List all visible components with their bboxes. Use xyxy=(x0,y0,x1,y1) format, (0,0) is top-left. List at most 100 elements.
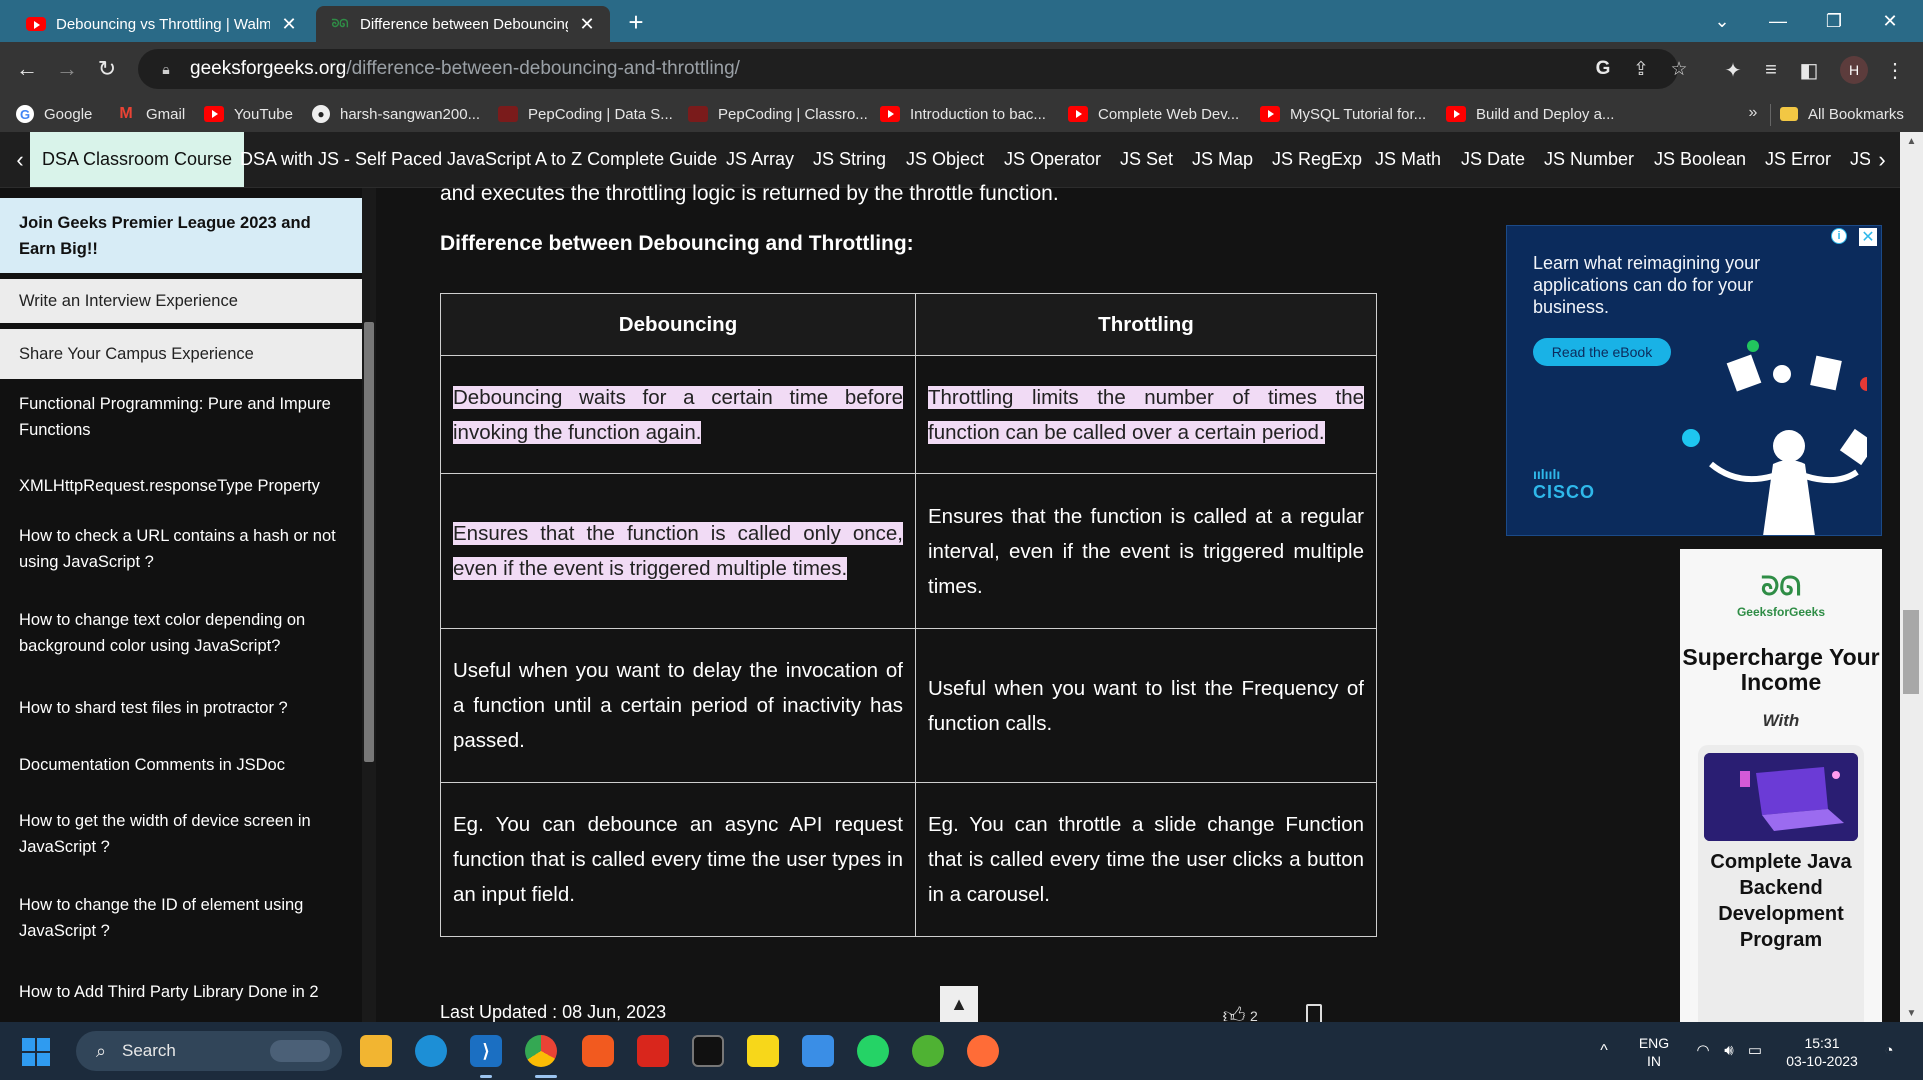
whatsapp-icon[interactable] xyxy=(857,1035,889,1067)
share-icon[interactable]: ⇪ xyxy=(1628,49,1654,89)
scroll-to-top-button[interactable]: ▲ xyxy=(940,986,978,1022)
nav-js-boolean[interactable]: JS Boolean xyxy=(1654,132,1746,187)
read-ebook-button[interactable]: Read the eBook xyxy=(1533,338,1671,366)
chrome-icon[interactable] xyxy=(525,1035,557,1067)
sidebar-item-third-party-library[interactable]: How to Add Third Party Library Done in 2 xyxy=(0,966,362,1018)
postman-icon[interactable] xyxy=(967,1035,999,1067)
bookmark-pepcoding-classroom[interactable]: PepCoding | Classro... xyxy=(688,103,868,125)
taskbar-search[interactable]: ⌕ Search xyxy=(76,1031,342,1071)
nav-dsa-classroom-course[interactable]: DSA Classroom Course xyxy=(30,132,245,187)
vscode-icon[interactable]: ⟩ xyxy=(470,1035,502,1067)
nav-dsa-with-js[interactable]: DSA with JS - Self Paced xyxy=(240,132,442,187)
gfg-course-ad[interactable]: ᘐᘏ GeeksforGeeks Supercharge Your Income… xyxy=(1680,549,1882,1022)
bookmark-introduction[interactable]: Introduction to bac... xyxy=(880,103,1046,125)
new-tab-button[interactable]: + xyxy=(620,6,652,38)
profile-avatar[interactable]: H xyxy=(1840,56,1868,84)
tab-difference-between-debouncing[interactable]: ᘐᘏ Difference between Debouncing ✕ xyxy=(316,6,610,42)
battery-icon[interactable]: ▭ xyxy=(1744,1040,1766,1062)
sidebar-item-change-id[interactable]: How to change the ID of element using Ja… xyxy=(0,883,362,953)
media-queue-icon[interactable]: ≡ xyxy=(1756,55,1786,85)
cisco-ad[interactable]: Learn what reimagining your applications… xyxy=(1506,225,1882,536)
page-scrollbar-thumb[interactable] xyxy=(1903,610,1919,694)
file-explorer-icon[interactable] xyxy=(360,1035,392,1067)
window-close-button[interactable]: ✕ xyxy=(1862,0,1918,42)
nav-js-error[interactable]: JS Error xyxy=(1765,132,1831,187)
sidebar-item-device-width[interactable]: How to get the width of device screen in… xyxy=(0,799,362,869)
sidebar-item-text-color[interactable]: How to change text color depending on ba… xyxy=(0,598,362,668)
bookmark-youtube[interactable]: YouTube xyxy=(204,103,293,125)
nav-js-string[interactable]: JS String xyxy=(813,132,886,187)
sidebar-item-geeks-premier-league[interactable]: Join Geeks Premier League 2023 and Earn … xyxy=(0,198,362,273)
bookmark-build-deploy[interactable]: Build and Deploy a... xyxy=(1446,103,1614,125)
nav-js-object[interactable]: JS Object xyxy=(906,132,984,187)
notepad-icon[interactable] xyxy=(802,1035,834,1067)
bookmark-gmail[interactable]: M Gmail xyxy=(116,103,185,125)
bookmark-github[interactable]: ● harsh-sangwan200... xyxy=(312,103,480,125)
chevron-left-icon[interactable]: ‹ xyxy=(10,146,30,174)
acrobat-icon[interactable] xyxy=(637,1035,669,1067)
nav-js-set[interactable]: JS Set xyxy=(1120,132,1173,187)
language-indicator[interactable]: ENG IN xyxy=(1632,1034,1676,1070)
nav-js-more[interactable]: JS xyxy=(1850,132,1870,187)
nav-js-number[interactable]: JS Number xyxy=(1544,132,1634,187)
sidebar-item-xmlhttprequest[interactable]: XMLHttpRequest.responseType Property xyxy=(0,460,362,512)
extensions-icon[interactable]: ✦ xyxy=(1718,55,1748,85)
nav-javascript-a-to-z[interactable]: JavaScript A to Z Complete Guide xyxy=(447,132,717,187)
ad-close-icon[interactable]: ✕ xyxy=(1859,228,1877,246)
menu-icon[interactable]: ⋮ xyxy=(1880,55,1910,85)
tab-search-icon[interactable]: ⌄ xyxy=(1694,0,1750,42)
nav-js-map[interactable]: JS Map xyxy=(1192,132,1253,187)
chevron-right-icon[interactable]: › xyxy=(1872,146,1892,174)
windows-start-icon[interactable] xyxy=(22,1038,50,1066)
bookmark-icon[interactable] xyxy=(1306,1004,1322,1022)
scroll-up-arrow-icon[interactable]: ▲ xyxy=(1900,132,1923,150)
page-scrollbar[interactable] xyxy=(1900,132,1923,1022)
tab-title: Difference between Debouncing xyxy=(360,15,568,33)
bookmark-google[interactable]: G Google xyxy=(16,103,92,125)
show-hidden-icons-icon[interactable]: ^ xyxy=(1592,1040,1616,1062)
bookmark-pepcoding-data[interactable]: PepCoding | Data S... xyxy=(498,103,673,125)
sidebar-item-shard-test-files[interactable]: How to shard test files in protractor ? xyxy=(0,682,362,734)
back-icon[interactable]: ← xyxy=(10,52,44,86)
lock-icon[interactable]: 🔒︎ xyxy=(156,61,176,78)
volume-icon[interactable]: 🔊︎ xyxy=(1718,1040,1740,1062)
sidebar-item-campus-experience[interactable]: Share Your Campus Experience xyxy=(0,329,362,379)
nav-js-regexp[interactable]: JS RegExp xyxy=(1272,132,1362,187)
scroll-down-arrow-icon[interactable]: ▼ xyxy=(1900,1004,1923,1022)
sidebar-item-jsdoc-comments[interactable]: Documentation Comments in JSDoc xyxy=(0,739,362,791)
clock[interactable]: 15:31 03-10-2023 xyxy=(1780,1034,1864,1070)
side-panel-icon[interactable]: ◧ xyxy=(1794,55,1824,85)
reload-icon[interactable]: ↻ xyxy=(90,52,124,86)
close-icon[interactable]: ✕ xyxy=(578,14,596,35)
utorrent-icon[interactable] xyxy=(912,1035,944,1067)
minimize-button[interactable]: — xyxy=(1750,0,1806,42)
terminal-icon[interactable] xyxy=(692,1035,724,1067)
sidebar-item-functional-programming[interactable]: Functional Programming: Pure and Impure … xyxy=(0,382,362,452)
star-icon[interactable]: ☆ xyxy=(1666,49,1692,89)
nav-js-date[interactable]: JS Date xyxy=(1461,132,1525,187)
all-bookmarks-button[interactable]: All Bookmarks xyxy=(1780,103,1904,125)
gmail-icon: M xyxy=(119,105,133,122)
nav-js-operator[interactable]: JS Operator xyxy=(1004,132,1101,187)
edge-icon[interactable] xyxy=(415,1035,447,1067)
more-bookmarks-button[interactable]: » xyxy=(1743,100,1763,126)
forward-icon[interactable]: → xyxy=(50,52,84,86)
thumbs-up-icon[interactable]: 👍︎ xyxy=(1220,1003,1248,1023)
tab-debouncing-vs-throttling[interactable]: Debouncing vs Throttling | Walm ✕ xyxy=(12,6,312,42)
address-bar[interactable]: 🔒︎ geeksforgeeks.org/difference-between-… xyxy=(138,49,1678,89)
nav-js-array[interactable]: JS Array xyxy=(726,132,794,187)
bookmark-complete-web-dev[interactable]: Complete Web Dev... xyxy=(1068,103,1239,125)
restore-button[interactable]: ❐ xyxy=(1806,0,1862,42)
sticky-notes-icon[interactable] xyxy=(747,1035,779,1067)
nav-js-math[interactable]: JS Math xyxy=(1375,132,1441,187)
brave-icon[interactable] xyxy=(582,1035,614,1067)
bookmark-mysql-tutorial[interactable]: MySQL Tutorial for... xyxy=(1260,103,1426,125)
notifications-icon[interactable]: ◔ xyxy=(1878,1040,1900,1062)
google-lens-icon[interactable]: G xyxy=(1590,49,1616,89)
wifi-icon[interactable]: ◠ xyxy=(1692,1040,1714,1062)
ad-info-icon[interactable]: i xyxy=(1831,228,1847,244)
sidebar-scrollbar-thumb[interactable] xyxy=(364,322,374,762)
sidebar-item-interview-experience[interactable]: Write an Interview Experience xyxy=(0,279,362,323)
sidebar-item-url-hash[interactable]: How to check a URL contains a hash or no… xyxy=(0,514,362,584)
close-icon[interactable]: ✕ xyxy=(280,14,298,35)
